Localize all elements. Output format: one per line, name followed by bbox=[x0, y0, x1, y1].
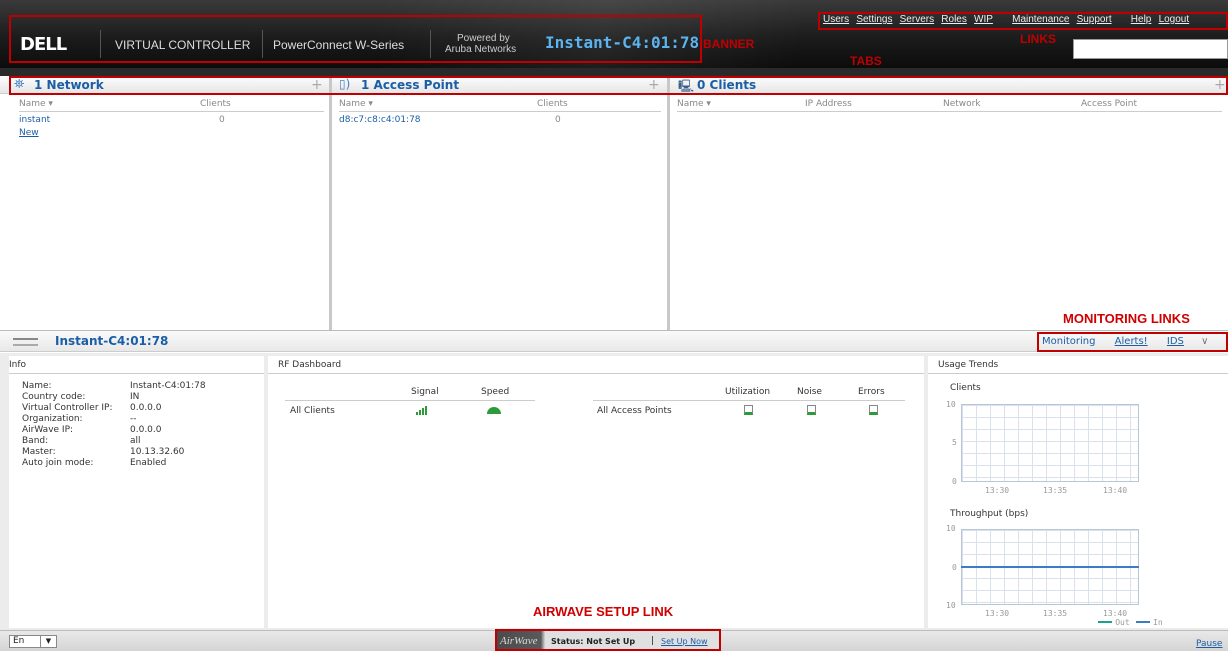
clients-y-tick: 0 bbox=[952, 477, 957, 486]
noise-meter-icon bbox=[807, 405, 816, 415]
throughput-y-tick: 10 bbox=[946, 524, 956, 533]
legend-out-label: Out bbox=[1115, 618, 1130, 627]
col-header-network[interactable]: Network bbox=[943, 99, 981, 109]
errors-meter-icon bbox=[869, 405, 878, 415]
utilization-meter-icon bbox=[744, 405, 753, 415]
info-value: Enabled bbox=[130, 458, 167, 468]
table-divider bbox=[339, 111, 661, 112]
info-value: 0.0.0.0 bbox=[130, 425, 162, 435]
section-divider bbox=[268, 373, 924, 374]
info-value: Instant-C4:01:78 bbox=[130, 381, 206, 391]
table-divider bbox=[593, 400, 905, 401]
throughput-x-tick: 13:30 bbox=[985, 609, 1010, 618]
throughput-x-tick: 13:35 bbox=[1043, 609, 1068, 618]
info-title: Info bbox=[9, 360, 27, 370]
info-labels: Name: Country code: Virtual Controller I… bbox=[22, 381, 113, 469]
banner-annotation-label: BANNER bbox=[703, 37, 755, 51]
clients-x-tick: 13:30 bbox=[985, 486, 1010, 495]
signal-bars-icon bbox=[416, 405, 432, 415]
errors-column-header: Errors bbox=[858, 387, 885, 397]
chevron-down-icon[interactable]: ▼ bbox=[40, 636, 56, 647]
search-input[interactable] bbox=[1073, 39, 1228, 59]
new-network-link[interactable]: New bbox=[19, 128, 39, 138]
monitoring-links-annotation-label: MONITORING LINKS bbox=[1063, 311, 1190, 326]
table-divider bbox=[19, 111, 324, 112]
clients-chart-title: Clients bbox=[950, 383, 981, 393]
header-bottom-strip bbox=[0, 68, 1228, 76]
col-header-clients[interactable]: Clients bbox=[200, 99, 231, 109]
col-header-name[interactable]: Name ▾ bbox=[19, 99, 53, 109]
detail-title: Instant-C4:01:78 bbox=[55, 334, 169, 348]
airwave-setup-annotation-box bbox=[495, 629, 721, 651]
speed-column-header: Speed bbox=[481, 387, 510, 397]
throughput-in-line bbox=[961, 566, 1139, 568]
info-label: Name: bbox=[22, 381, 52, 391]
throughput-y-tick: 10 bbox=[946, 601, 956, 610]
col-header-name-label: Name bbox=[677, 99, 704, 109]
info-label: Organization: bbox=[22, 414, 83, 424]
info-values: Instant-C4:01:78 IN 0.0.0.0 -- 0.0.0.0 a… bbox=[130, 381, 206, 469]
info-value: 0.0.0.0 bbox=[130, 403, 162, 413]
noise-column-header: Noise bbox=[797, 387, 822, 397]
language-select[interactable]: En ▼ bbox=[9, 635, 57, 648]
panel-divider bbox=[667, 76, 670, 330]
section-divider bbox=[928, 373, 1228, 374]
usage-trends-title: Usage Trends bbox=[938, 360, 999, 370]
info-label: AirWave IP: bbox=[22, 425, 74, 435]
rf-dashboard-section bbox=[268, 356, 924, 628]
speed-gauge-icon bbox=[487, 407, 501, 414]
utilization-column-header: Utilization bbox=[725, 387, 771, 397]
access-point-row-clients: 0 bbox=[555, 115, 561, 125]
info-label: Auto join mode: bbox=[22, 458, 94, 468]
pause-link[interactable]: Pause bbox=[1196, 639, 1222, 649]
info-label: Virtual Controller IP: bbox=[22, 403, 113, 413]
monitoring-links-annotation-box bbox=[1037, 332, 1228, 352]
table-divider bbox=[285, 400, 535, 401]
banner-annotation-box bbox=[9, 15, 702, 63]
clients-y-tick: 10 bbox=[946, 400, 956, 409]
col-header-name-label: Name bbox=[339, 99, 366, 109]
signal-column-header: Signal bbox=[411, 387, 439, 397]
language-value: En bbox=[13, 636, 25, 646]
section-divider bbox=[9, 373, 264, 374]
col-header-name[interactable]: Name ▾ bbox=[677, 99, 711, 109]
throughput-legend: Out In bbox=[1098, 617, 1163, 628]
airwave-setup-annotation-label: AIRWAVE SETUP LINK bbox=[533, 604, 674, 619]
col-header-name-label: Name bbox=[19, 99, 46, 109]
info-value: all bbox=[130, 436, 141, 446]
col-header-access-point[interactable]: Access Point bbox=[1081, 99, 1137, 109]
throughput-y-tick: 0 bbox=[952, 563, 957, 572]
info-value: IN bbox=[130, 392, 140, 402]
access-point-row-name[interactable]: d8:c7:c8:c4:01:78 bbox=[339, 115, 421, 125]
network-row-clients: 0 bbox=[219, 115, 225, 125]
controller-icon bbox=[13, 338, 38, 346]
clients-x-tick: 13:35 bbox=[1043, 486, 1068, 495]
tabs-annotation-box bbox=[9, 76, 1228, 95]
clients-y-tick: 5 bbox=[952, 438, 957, 447]
info-label: Band: bbox=[22, 436, 49, 446]
legend-out-swatch bbox=[1098, 621, 1112, 623]
col-header-ip-address[interactable]: IP Address bbox=[805, 99, 852, 109]
info-value: -- bbox=[130, 414, 137, 424]
top-panels bbox=[0, 68, 1228, 330]
all-clients-label[interactable]: All Clients bbox=[290, 406, 335, 417]
legend-in-label: In bbox=[1153, 618, 1163, 627]
throughput-chart-title: Throughput (bps) bbox=[950, 509, 1029, 519]
info-label: Country code: bbox=[22, 392, 86, 402]
col-header-clients[interactable]: Clients bbox=[537, 99, 568, 109]
all-access-points-label[interactable]: All Access Points bbox=[597, 406, 672, 417]
rf-dashboard-title: RF Dashboard bbox=[278, 360, 342, 370]
links-annotation-label: LINKS bbox=[1020, 32, 1056, 46]
info-label: Master: bbox=[22, 447, 56, 457]
legend-in-swatch bbox=[1135, 621, 1150, 623]
clients-chart-plot bbox=[961, 404, 1139, 482]
table-divider bbox=[677, 111, 1222, 112]
info-value: 10.13.32.60 bbox=[130, 447, 185, 457]
network-row-name[interactable]: instant bbox=[19, 115, 50, 125]
tabs-annotation-label: TABS bbox=[850, 54, 882, 68]
links-annotation-box bbox=[818, 12, 1228, 30]
col-header-name[interactable]: Name ▾ bbox=[339, 99, 373, 109]
clients-x-tick: 13:40 bbox=[1103, 486, 1128, 495]
panel-divider bbox=[329, 76, 332, 330]
